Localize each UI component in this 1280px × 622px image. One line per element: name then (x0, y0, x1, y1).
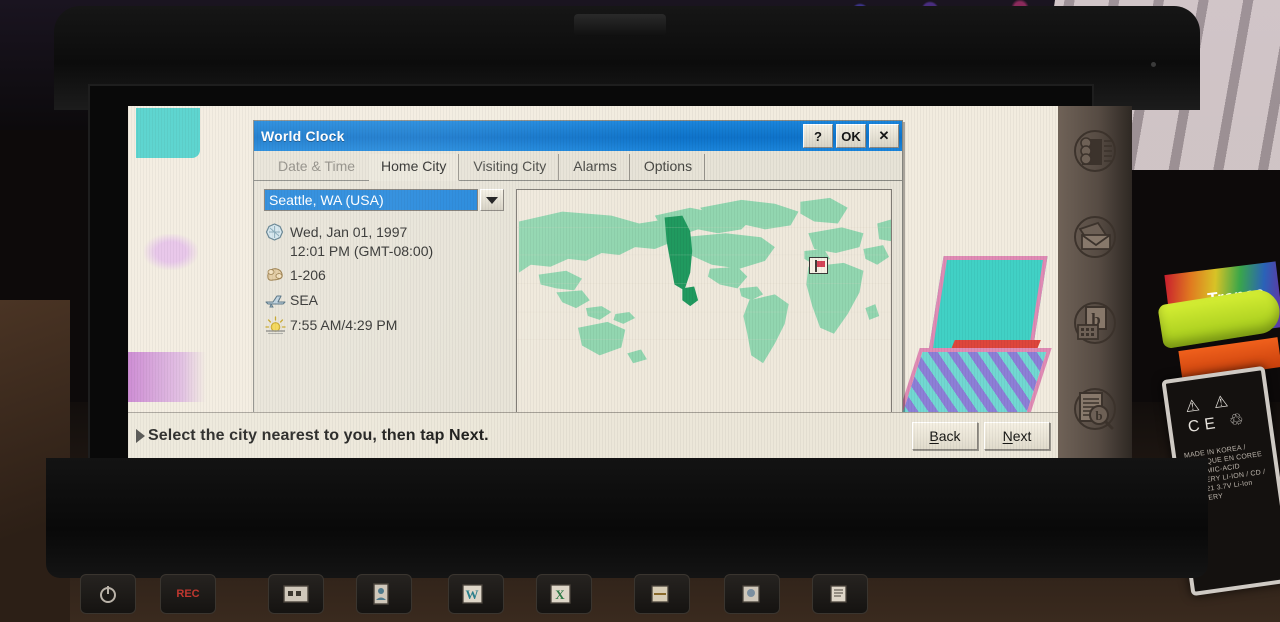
hint-arrow-icon (136, 428, 145, 443)
wallpaper-laptop-keyboard (896, 348, 1052, 420)
close-button[interactable]: ✕ (869, 124, 899, 148)
word-hotkey[interactable]: W (448, 574, 504, 614)
sync-hotkey[interactable] (724, 574, 780, 614)
back-label-rest: ack (938, 427, 961, 444)
city-datetime-text: Wed, Jan 01, 1997 12:01 PM (GMT-08:00) (290, 224, 434, 259)
sunrise-sunset-icon (264, 316, 290, 336)
city-select[interactable]: Seattle, WA (USA) (264, 189, 504, 211)
record-hotkey[interactable]: REC (160, 574, 216, 614)
world-map[interactable] (516, 189, 892, 413)
next-label-rest: ext (1012, 427, 1032, 444)
notes-hotkey[interactable] (634, 574, 690, 614)
world-clock-dialog: World Clock ? OK ✕ Date & Time Home City… (253, 120, 903, 413)
world-map-canvas (517, 190, 891, 377)
city-areacode-text: 1-206 (290, 267, 326, 283)
back-button[interactable]: Back (912, 421, 978, 450)
home-city-panel: Seattle, WA (USA) Wed, Jan 01, 1997 12:0… (254, 181, 902, 413)
calculator-hotkey[interactable] (268, 574, 324, 614)
wallpaper-cyan-block (136, 108, 200, 158)
wallpaper-laptop-screen (928, 256, 1048, 352)
documents-hotkey[interactable] (812, 574, 868, 614)
lcd-screen: World Clock ? OK ✕ Date & Time Home City… (128, 106, 1058, 458)
settings-contrast-button[interactable] (1068, 124, 1122, 178)
wallpaper-soft-blob (144, 234, 198, 270)
power-hotkey[interactable] (80, 574, 136, 614)
wallpaper-laptop-art (896, 256, 1052, 428)
hardware-button-strip: b b (1058, 106, 1132, 458)
application-hotkey-row: REC W X (36, 574, 1216, 622)
svg-text:W: W (466, 587, 479, 602)
clock-globe-icon (264, 223, 290, 243)
hp-620lx-device: World Clock ? OK ✕ Date & Time Home City… (36, 6, 1216, 622)
back-accel: B (929, 427, 939, 444)
svg-text:X: X (555, 587, 565, 602)
telephone-icon (264, 266, 290, 286)
tab-visiting-city[interactable]: Visiting City (461, 154, 560, 180)
tab-alarms[interactable]: Alarms (561, 154, 630, 180)
svg-text:b: b (1095, 408, 1102, 423)
tab-home-city[interactable]: Home City (369, 154, 460, 181)
phonebook-button[interactable]: b (1068, 296, 1122, 350)
lid-indicator-dot (1151, 62, 1156, 67)
tab-strip: Date & Time Home City Visiting City Alar… (254, 151, 902, 181)
city-select-value: Seattle, WA (USA) (269, 192, 384, 208)
help-button[interactable]: ? (803, 124, 833, 148)
city-datetime-row: Wed, Jan 01, 1997 12:01 PM (GMT-08:00) (264, 223, 504, 261)
contacts-hotkey[interactable] (356, 574, 412, 614)
lid-latch (574, 14, 666, 36)
wallpaper-violet-block (128, 352, 206, 402)
device-base: hp HEWLETT PACKARD 620LX (46, 458, 1208, 578)
chevron-down-icon[interactable] (480, 189, 504, 211)
airplane-icon (264, 291, 290, 311)
window-title: World Clock (261, 128, 345, 144)
city-airport-row: SEA (264, 291, 504, 311)
city-sunrise-sunset-text: 7:55 AM/4:29 PM (290, 317, 398, 333)
city-detail-list: Wed, Jan 01, 1997 12:01 PM (GMT-08:00) 1… (264, 223, 504, 336)
city-sunrise-sunset-row: 7:55 AM/4:29 PM (264, 316, 504, 336)
city-select-field[interactable]: Seattle, WA (USA) (264, 189, 478, 211)
flag-cloth (816, 260, 825, 267)
city-info-column: Seattle, WA (USA) Wed, Jan 01, 1997 12:0… (264, 189, 504, 413)
tab-options[interactable]: Options (632, 154, 706, 180)
ok-button[interactable]: OK (836, 124, 866, 148)
tab-date-and-time[interactable]: Date & Time (266, 154, 367, 180)
search-document-button[interactable]: b (1068, 382, 1122, 436)
next-accel: N (1002, 427, 1013, 444)
status-bar: Select the city nearest to you, then tap… (128, 412, 1058, 458)
visiting-city-flag-marker[interactable] (808, 256, 828, 274)
city-airport-text: SEA (290, 292, 319, 308)
excel-hotkey[interactable]: X (536, 574, 592, 614)
dialog-titlebar[interactable]: World Clock ? OK ✕ (254, 121, 902, 151)
next-button[interactable]: Next (984, 421, 1050, 450)
status-hint-text: Select the city nearest to you, then tap… (148, 426, 489, 444)
city-areacode-row: 1-206 (264, 266, 504, 286)
mail-button[interactable] (1068, 210, 1122, 264)
